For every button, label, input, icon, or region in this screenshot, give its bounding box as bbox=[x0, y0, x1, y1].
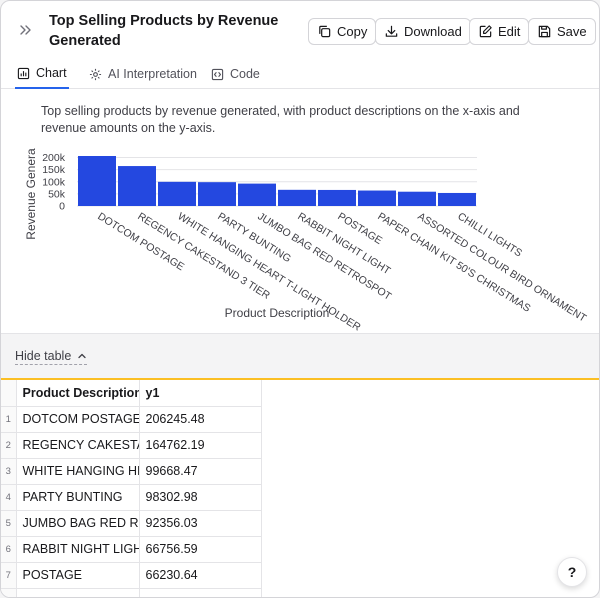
tab-bar: Chart AI Interpretation Code bbox=[1, 59, 599, 89]
cell-y1[interactable]: 164762.19 bbox=[139, 432, 262, 459]
cell-y1[interactable]: 98302.98 bbox=[139, 484, 262, 511]
tab-code-label: Code bbox=[230, 67, 260, 81]
y-axis-title: Revenue Genera bbox=[24, 148, 38, 240]
panel-header: Top Selling Products by Revenue Generate… bbox=[1, 1, 599, 57]
cell-y1[interactable]: 92356.03 bbox=[139, 510, 262, 537]
data-table-container: Product Description y1 1 DOTCOM POSTAGE 20… bbox=[1, 378, 599, 597]
tab-ai-label: AI Interpretation bbox=[108, 67, 197, 81]
cell-product-description[interactable]: REGENCY CAKESTAND 3 TIER bbox=[16, 432, 140, 459]
x-axis-title: Product Description bbox=[225, 306, 330, 320]
copy-label: Copy bbox=[337, 24, 368, 39]
y-tick-label: 0 bbox=[59, 201, 65, 213]
y-tick-label: 150k bbox=[42, 164, 66, 176]
tab-chart-label: Chart bbox=[36, 66, 67, 80]
bar[interactable] bbox=[158, 181, 196, 206]
edit-label: Edit bbox=[498, 24, 521, 39]
chart-area: Top selling products by revenue generate… bbox=[1, 90, 599, 333]
bar[interactable] bbox=[318, 189, 356, 206]
row-index-header bbox=[1, 380, 17, 407]
save-icon bbox=[538, 25, 551, 38]
table-toggle-bar: Hide table bbox=[1, 333, 599, 378]
bar[interactable] bbox=[238, 183, 276, 206]
cell-product-description[interactable]: RABBIT NIGHT LIGHT bbox=[16, 536, 140, 563]
chevrons-right-icon[interactable] bbox=[15, 22, 35, 38]
column-header-product-description[interactable]: Product Description bbox=[16, 380, 140, 407]
cell-y1[interactable] bbox=[139, 588, 262, 597]
save-label: Save bbox=[557, 24, 587, 39]
y-tick-label: 100k bbox=[42, 176, 66, 188]
table-row: 7 POSTAGE 66230.64 bbox=[1, 562, 262, 589]
download-button[interactable]: Download bbox=[375, 18, 471, 45]
hide-table-button[interactable]: Hide table bbox=[15, 349, 88, 365]
tab-chart[interactable]: Chart bbox=[15, 59, 69, 89]
cell-product-description[interactable]: WHITE HANGING HEART T-LIGHT HOLDER bbox=[16, 458, 140, 485]
x-tick-label: PAPER CHAIN KIT 50'S CHRISTMAS bbox=[375, 210, 532, 314]
y-tick-label: 200k bbox=[42, 152, 66, 164]
ai-sparkle-icon bbox=[89, 68, 102, 80]
tab-code[interactable]: Code bbox=[209, 59, 262, 89]
cell-y1[interactable]: 66756.59 bbox=[139, 536, 262, 563]
cell-product-description[interactable]: DOTCOM POSTAGE bbox=[16, 406, 140, 433]
edit-icon bbox=[479, 25, 492, 38]
cell-y1[interactable]: 66230.64 bbox=[139, 562, 262, 589]
cell-product-description[interactable] bbox=[16, 588, 140, 597]
y-tick-label: 50k bbox=[48, 188, 66, 200]
table-header-row: Product Description y1 bbox=[1, 380, 262, 407]
table-row bbox=[1, 588, 262, 597]
row-index: 2 bbox=[1, 432, 17, 459]
save-button[interactable]: Save bbox=[528, 18, 596, 45]
bar-chart-icon bbox=[17, 67, 30, 79]
chevron-up-icon bbox=[78, 353, 86, 359]
bar[interactable] bbox=[118, 166, 156, 206]
row-index: 3 bbox=[1, 458, 17, 485]
bar[interactable] bbox=[78, 156, 116, 206]
copy-icon bbox=[319, 25, 331, 38]
bar-chart: 050k100k150k200kDOTCOM POSTAGEREGENCY CA… bbox=[24, 148, 589, 333]
row-index bbox=[1, 588, 17, 597]
row-index: 1 bbox=[1, 406, 17, 433]
row-index: 5 bbox=[1, 510, 17, 537]
copy-button[interactable]: Copy bbox=[308, 18, 377, 45]
cell-y1[interactable]: 206245.48 bbox=[139, 406, 262, 433]
table-row: 4 PARTY BUNTING 98302.98 bbox=[1, 484, 262, 511]
help-button[interactable]: ? bbox=[557, 557, 587, 587]
code-icon bbox=[211, 68, 224, 80]
bar[interactable] bbox=[398, 191, 436, 206]
hide-table-label: Hide table bbox=[15, 349, 72, 363]
column-header-y1[interactable]: y1 bbox=[139, 380, 262, 407]
bar[interactable] bbox=[358, 190, 396, 206]
bar[interactable] bbox=[198, 182, 236, 206]
page-title: Top Selling Products by Revenue Generate… bbox=[49, 13, 279, 49]
cell-product-description[interactable]: PARTY BUNTING bbox=[16, 484, 140, 511]
x-tick-label: ASSORTED COLOUR BIRD ORNAMENT bbox=[415, 210, 588, 325]
edit-button[interactable]: Edit bbox=[469, 18, 530, 45]
bar[interactable] bbox=[278, 189, 316, 206]
download-label: Download bbox=[404, 24, 462, 39]
table-row: 3WHITE HANGING HEART T-LIGHT HOLDER99668… bbox=[1, 458, 262, 485]
table-row: 1 DOTCOM POSTAGE 206245.48 bbox=[1, 406, 262, 433]
row-index: 4 bbox=[1, 484, 17, 511]
tab-ai-interpretation[interactable]: AI Interpretation bbox=[87, 59, 199, 89]
cell-product-description[interactable]: JUMBO BAG RED RETROSPOT bbox=[16, 510, 140, 537]
table-row: 2REGENCY CAKESTAND 3 TIER164762.19 bbox=[1, 432, 262, 459]
row-index: 7 bbox=[1, 562, 17, 589]
bar[interactable] bbox=[438, 192, 476, 206]
data-table: Product Description y1 1 DOTCOM POSTAGE 20… bbox=[1, 380, 262, 597]
cell-product-description[interactable]: POSTAGE bbox=[16, 562, 140, 589]
cell-y1[interactable]: 99668.47 bbox=[139, 458, 262, 485]
row-index: 6 bbox=[1, 536, 17, 563]
table-row: 5JUMBO BAG RED RETROSPOT92356.03 bbox=[1, 510, 262, 537]
chart-panel: Top Selling Products by Revenue Generate… bbox=[0, 0, 600, 598]
download-icon bbox=[385, 25, 398, 37]
table-row: 6 RABBIT NIGHT LIGHT 66756.59 bbox=[1, 536, 262, 563]
